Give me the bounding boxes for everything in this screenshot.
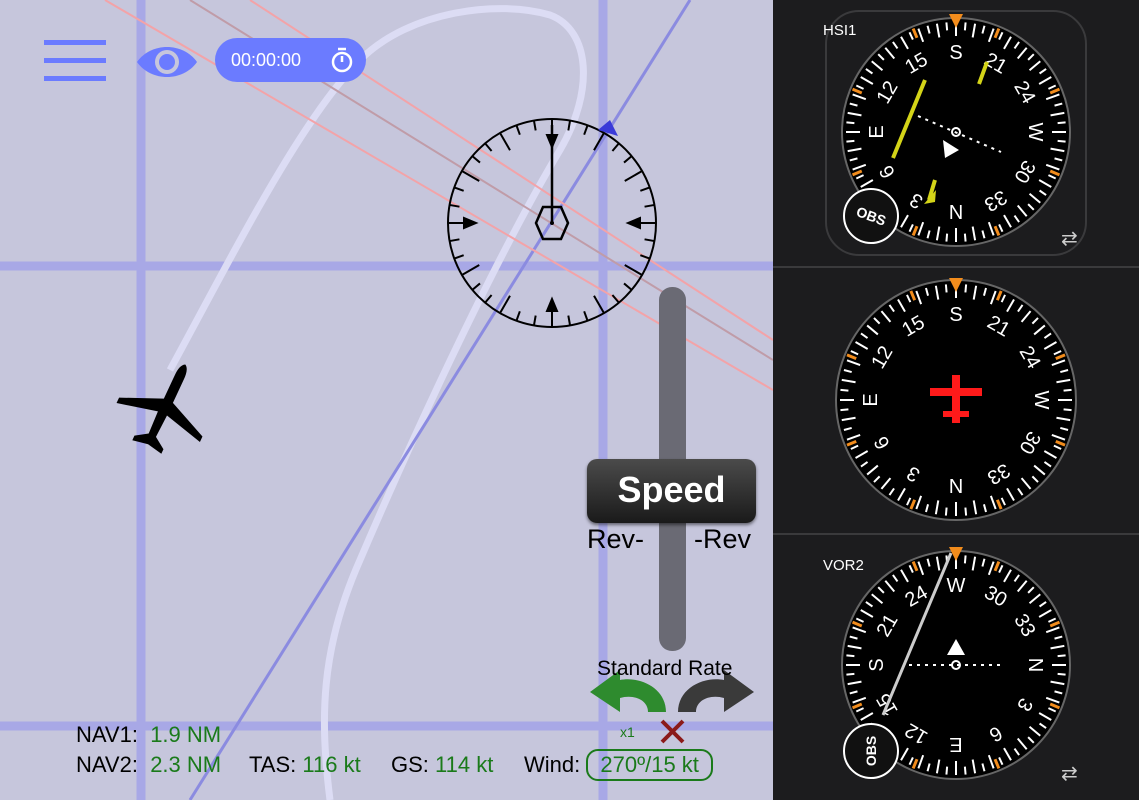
nav2-value: 2.3 NM <box>150 752 222 777</box>
gs-readout: GS: 114 kt <box>391 752 493 778</box>
wind-readout: Wind: 270º/15 kt <box>524 749 713 781</box>
rose-tick <box>532 315 537 326</box>
gs-value: 114 kt <box>435 752 494 777</box>
vor-instrument[interactable]: VOR2 W3033N36E1215S2124 OBS ⇄ <box>773 535 1139 800</box>
dial-tick <box>944 507 948 516</box>
heading-indicator[interactable]: S 21 24 W 30 33 N 3 6 E 12 15 <box>773 268 1139 534</box>
dial-tick <box>1057 139 1066 143</box>
dial-tick <box>963 233 967 242</box>
dial-tick <box>1057 121 1066 125</box>
timer-button[interactable]: 00:00:00 <box>215 38 366 82</box>
tas-label: TAS: <box>249 752 297 777</box>
rose-tick <box>515 124 521 136</box>
dial-tick <box>945 233 949 242</box>
rev-right-label[interactable]: -Rev <box>694 524 751 555</box>
dial-tick <box>944 284 948 293</box>
rose-tick <box>644 203 655 208</box>
aircraft-icon[interactable] <box>105 345 227 466</box>
rose-tick <box>449 238 460 243</box>
vor-obs-label: OBS <box>863 735 879 767</box>
instrument-panel: HSI1 S 21 24 W 30 33 N 3 6 E 12 15 OBS ⇄ S 21 24 W 30 33… <box>773 0 1139 800</box>
nav2-readout: NAV2: 2.3 NM <box>76 752 221 778</box>
eye-icon <box>137 47 197 77</box>
tas-value: 116 kt <box>302 752 361 777</box>
dial-label: N <box>1024 658 1046 672</box>
dial-tick <box>846 654 855 658</box>
dial-label: S <box>949 304 962 326</box>
wind-label: Wind: <box>524 752 581 777</box>
dial-tick <box>963 766 967 775</box>
rose-cardinal-marker <box>625 216 641 230</box>
dial-tick <box>964 284 968 293</box>
gs-label: GS: <box>391 752 429 777</box>
rose-tick <box>499 132 511 151</box>
dial-tick <box>840 388 849 392</box>
rose-tick <box>515 310 521 322</box>
dial-label: S <box>949 42 962 64</box>
dial-tick <box>963 22 967 31</box>
dial-tick <box>846 139 855 143</box>
rose-tick <box>583 124 589 136</box>
dial-label: E <box>866 125 888 138</box>
dial-label: S <box>866 658 888 671</box>
dial-tick <box>846 672 855 676</box>
dial-label: E <box>860 393 882 406</box>
speed-button[interactable]: Speed <box>587 459 756 523</box>
wind-value[interactable]: 270º/15 kt <box>586 749 713 781</box>
view-toggle-button[interactable] <box>135 40 199 84</box>
hsi-instrument[interactable]: HSI1 S 21 24 W 30 33 N 3 6 E 12 15 OBS ⇄ <box>773 0 1139 266</box>
rose-tick <box>484 142 493 152</box>
dial-label: E <box>949 733 962 755</box>
standard-rate-label: Standard Rate <box>597 657 733 680</box>
nav2-label: NAV2: <box>76 752 138 777</box>
flight-track <box>166 5 587 800</box>
rose-cardinal-marker <box>463 216 479 230</box>
vor-swap-icon[interactable]: ⇄ <box>1061 761 1078 786</box>
stopwatch-icon <box>331 47 353 73</box>
rev-left-label[interactable]: Rev- <box>587 524 644 555</box>
rose-tick <box>583 310 589 322</box>
dial-tick <box>1057 672 1066 676</box>
dial-tick <box>1063 408 1072 412</box>
rose-tick <box>623 282 633 291</box>
rose-tick <box>471 155 481 164</box>
rose-tick <box>644 238 655 243</box>
hsi-swap-icon[interactable]: ⇄ <box>1061 226 1078 251</box>
tas-readout: TAS: 116 kt <box>249 752 361 778</box>
rose-tick <box>532 120 537 131</box>
dial-tick <box>964 507 968 516</box>
rose-tick <box>471 282 481 291</box>
menu-icon[interactable] <box>44 40 106 82</box>
vor-obs-knob[interactable]: OBS <box>843 723 899 779</box>
rose-tick <box>484 294 493 304</box>
dial-tick <box>846 121 855 125</box>
rose-tick <box>453 186 465 192</box>
rose-tick <box>624 170 643 182</box>
dial-label: W <box>1024 123 1046 142</box>
rose-tick <box>453 254 465 260</box>
dial-tick <box>945 766 949 775</box>
timer-value: 00:00:00 <box>231 50 302 70</box>
dial-label: W <box>947 575 966 597</box>
hsi-obs-knob[interactable]: OBS <box>843 188 899 244</box>
dial-tick <box>1063 388 1072 392</box>
rose-tick <box>639 186 651 192</box>
dial-label: N <box>949 474 963 496</box>
dial-tick <box>1057 654 1066 658</box>
rate-multiplier: x1 <box>620 724 635 740</box>
rose-tick <box>567 315 572 326</box>
map-view[interactable]: 00:00:00 Speed Rev- -Rev Standard Rate x… <box>0 0 773 800</box>
rose-tick <box>611 142 620 152</box>
dial-label: N <box>949 200 963 222</box>
rose-cardinal-marker <box>545 296 559 312</box>
dial-tick <box>945 22 949 31</box>
nav1-readout: NAV1: 1.9 NM <box>76 722 221 748</box>
dial-label: W <box>1030 391 1052 410</box>
rose-tick <box>623 155 633 164</box>
nav1-label: NAV1: <box>76 722 138 747</box>
dial-tick <box>840 408 849 412</box>
nav1-value: 1.9 NM <box>150 722 222 747</box>
dial-tick <box>963 555 967 564</box>
hsi-obs-label: OBS <box>854 203 888 229</box>
